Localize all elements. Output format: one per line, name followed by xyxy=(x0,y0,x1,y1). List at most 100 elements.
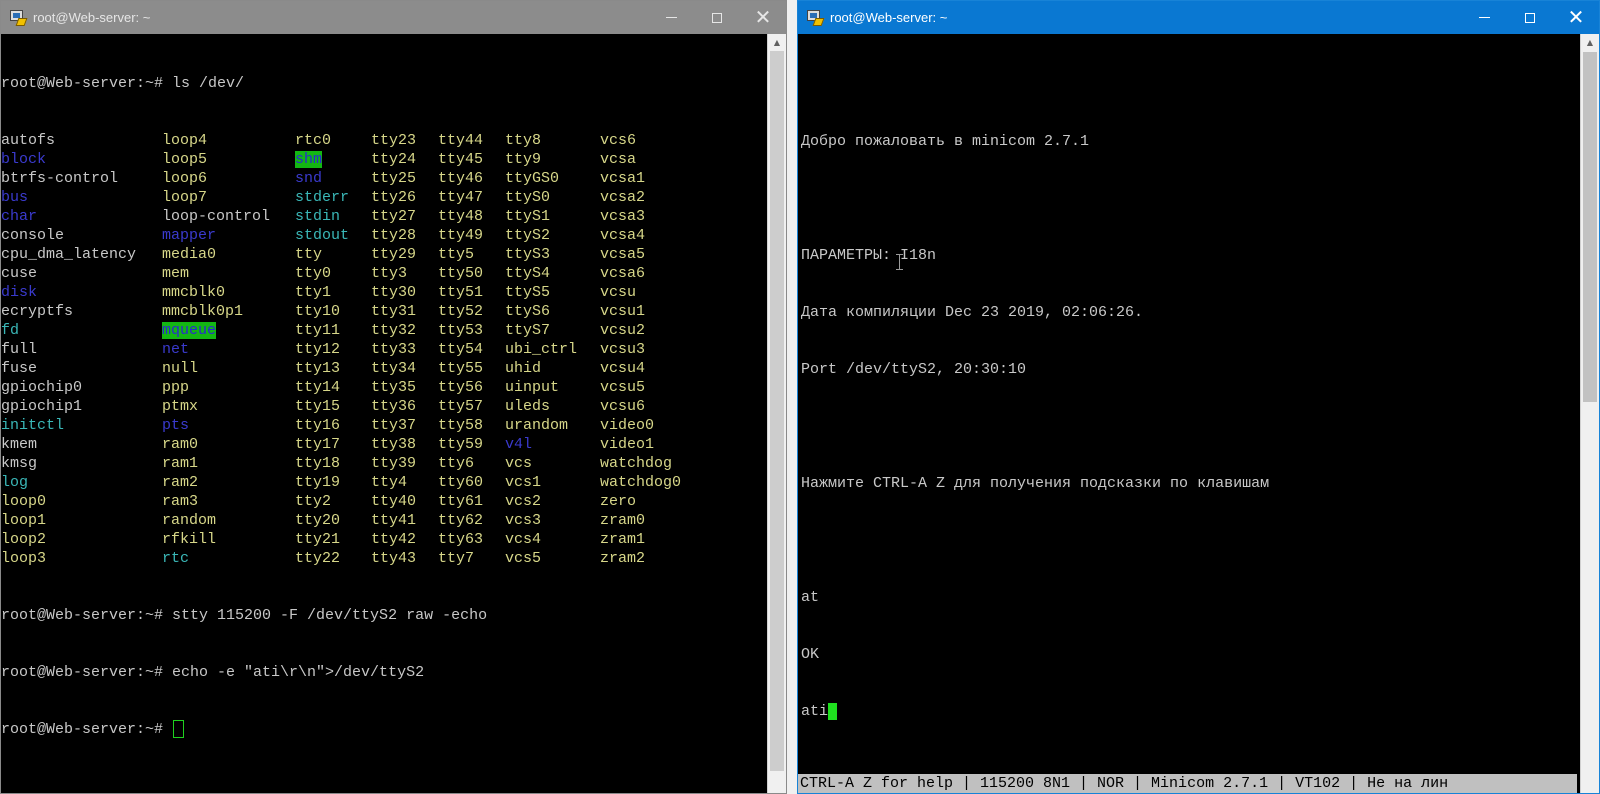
putty-icon[interactable] xyxy=(806,9,825,27)
ls-entry: tty0 xyxy=(295,264,371,283)
ls-entry: zram2 xyxy=(600,549,700,568)
ls-entry: video1 xyxy=(600,435,700,454)
scroll-up-icon[interactable]: ▲ xyxy=(1581,34,1599,51)
ls-entry: zero xyxy=(600,492,700,511)
ls-entry: tty48 xyxy=(438,207,505,226)
ls-entry-name: ram1 xyxy=(162,455,199,472)
ls-entry-name: tty40 xyxy=(371,493,417,510)
minimize-button[interactable] xyxy=(648,1,694,34)
ls-entry-name: tty39 xyxy=(371,455,417,472)
ls-entry-name: vcs xyxy=(505,455,533,472)
ls-entry: ttyS7 xyxy=(505,321,600,340)
output-line: OK xyxy=(801,646,820,663)
putty-icon[interactable] xyxy=(9,9,28,27)
ls-entry-name: tty61 xyxy=(438,493,484,510)
maximize-button[interactable] xyxy=(694,1,740,34)
ls-entry: loop-control xyxy=(162,207,295,226)
ls-entry-name: tty17 xyxy=(295,436,341,453)
ls-entry-name: initctl xyxy=(1,417,65,434)
ls-entry: random xyxy=(162,511,295,530)
ls-entry: ttyS3 xyxy=(505,245,600,264)
ls-entry: fd xyxy=(1,321,162,340)
ls-entry-name: mmcblk0p1 xyxy=(162,303,244,320)
ls-entry-name: random xyxy=(162,512,217,529)
ls-entry: autofs xyxy=(1,131,162,150)
input-line: ati xyxy=(801,702,1577,721)
ls-entry-name: zram2 xyxy=(600,550,646,567)
ls-entry: tty51 xyxy=(438,283,505,302)
ls-entry-name: ptmx xyxy=(162,398,199,415)
ls-entry: snd xyxy=(295,169,371,188)
ls-entry: watchdog0 xyxy=(600,473,700,492)
ls-entry: tty xyxy=(295,245,371,264)
ls-entry-name: vcsu2 xyxy=(600,322,646,339)
ls-entry-name: tty0 xyxy=(295,265,332,282)
minicom-output[interactable]: Добро пожаловать в minicom 2.7.1 ПАРАМЕТ… xyxy=(801,37,1577,793)
ls-entry: zram1 xyxy=(600,530,700,549)
ls-entry: gpiochip0 xyxy=(1,378,162,397)
ls-entry: tty16 xyxy=(295,416,371,435)
ls-entry-name: mmcblk0 xyxy=(162,284,226,301)
close-button[interactable]: ✕ xyxy=(740,1,786,34)
ls-entry-name: kmsg xyxy=(1,455,38,472)
title-bar[interactable]: root@Web-server: ~ ✕ xyxy=(798,1,1599,34)
maximize-button[interactable] xyxy=(1507,1,1553,34)
ls-entry-name: tty9 xyxy=(505,151,542,168)
ls-entry: tty36 xyxy=(371,397,438,416)
scroll-up-icon[interactable]: ▲ xyxy=(768,34,786,51)
ls-entry-name: tty31 xyxy=(371,303,417,320)
ls-entry-name: tty58 xyxy=(438,417,484,434)
ls-entry: tty20 xyxy=(295,511,371,530)
ls-entry: vcsa5 xyxy=(600,245,700,264)
ls-entry: tty34 xyxy=(371,359,438,378)
ls-entry: tty58 xyxy=(438,416,505,435)
ls-entry: tty45 xyxy=(438,150,505,169)
ls-row: log ram2 tty19 tty4 tty60 vcs1 watchdog0 xyxy=(1,473,764,492)
ls-entry: tty62 xyxy=(438,511,505,530)
ls-entry: tty57 xyxy=(438,397,505,416)
terminal-window-right[interactable]: root@Web-server: ~ ✕ Добро пожаловать в … xyxy=(797,0,1600,794)
ls-entry-name: tty33 xyxy=(371,341,417,358)
scrollbar-thumb[interactable] xyxy=(1583,52,1597,402)
ls-entry-name: tty25 xyxy=(371,170,417,187)
terminal-window-left[interactable]: root@Web-server: ~ ✕ root@Web-server:~# … xyxy=(0,0,787,794)
ls-entry: mmcblk0p1 xyxy=(162,302,295,321)
ls-entry-name: tty6 xyxy=(438,455,475,472)
vertical-scrollbar[interactable]: ▲ xyxy=(1580,34,1599,793)
scrollbar-thumb[interactable] xyxy=(770,51,784,771)
ls-entry: vcsa1 xyxy=(600,169,700,188)
vertical-scrollbar[interactable]: ▲ xyxy=(767,34,786,793)
ls-entry-name: vcs2 xyxy=(505,493,542,510)
output-line: at xyxy=(801,589,820,606)
ls-entry: tty2 xyxy=(295,492,371,511)
close-button[interactable]: ✕ xyxy=(1553,1,1599,34)
welcome-line: Добро пожаловать в minicom 2.7.1 xyxy=(801,133,1090,150)
ls-entry: tty22 xyxy=(295,549,371,568)
ls-entry: ttyS1 xyxy=(505,207,600,226)
ls-entry: tty4 xyxy=(371,473,438,492)
ls-entry-name: tty24 xyxy=(371,151,417,168)
ls-entry: ram2 xyxy=(162,473,295,492)
ls-entry-name: null xyxy=(162,360,199,377)
ls-row: btrfs-control loop6 snd tty25 tty46 ttyGS0 vcs… xyxy=(1,169,764,188)
ls-entry-name: vcsu6 xyxy=(600,398,646,415)
ls-entry: vcsu5 xyxy=(600,378,700,397)
title-bar[interactable]: root@Web-server: ~ ✕ xyxy=(1,1,786,34)
ls-entry-name: tty13 xyxy=(295,360,341,377)
ls-entry-name: tty45 xyxy=(438,151,484,168)
minimize-button[interactable] xyxy=(1461,1,1507,34)
terminal-output[interactable]: root@Web-server:~# ls /dev/ autofs loop4 r… xyxy=(1,36,764,793)
ls-entry: tty18 xyxy=(295,454,371,473)
ls-entry: tty63 xyxy=(438,530,505,549)
ls-entry: loop6 xyxy=(162,169,295,188)
minimize-icon xyxy=(665,17,677,18)
ls-entry-name: rtc0 xyxy=(295,132,332,149)
ls-entry-name: console xyxy=(1,227,65,244)
ls-entry: loop3 xyxy=(1,549,162,568)
ls-entry-name: vcsa5 xyxy=(600,246,646,263)
ls-row: loop0 ram3 tty2 tty40 tty61 vcs2 zero xyxy=(1,492,764,511)
ls-entry: tty10 xyxy=(295,302,371,321)
ls-entry: tty32 xyxy=(371,321,438,340)
ls-entry: vcsa6 xyxy=(600,264,700,283)
ls-entry-name: tty43 xyxy=(371,550,417,567)
